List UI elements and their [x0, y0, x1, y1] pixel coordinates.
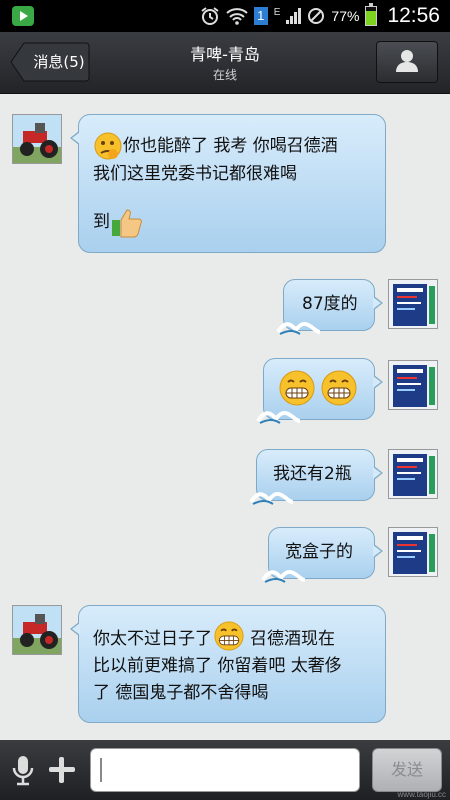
chat-header: 消息(5) 青啤-青岛 在线 — [0, 32, 450, 94]
text-caret — [100, 758, 102, 782]
poster-avatar[interactable] — [388, 360, 438, 410]
status-bar: 1 E 77% 12:56 — [0, 0, 450, 32]
page-title: 青啤-青岛 — [190, 45, 260, 64]
signal-icon — [286, 8, 302, 24]
message-emoji — [278, 369, 374, 407]
tractor-avatar[interactable] — [12, 605, 62, 655]
poster-avatar[interactable] — [388, 527, 438, 577]
wave-decoration-icon — [276, 321, 321, 335]
message-line: 你太不过日子了 召德酒现在 — [93, 621, 385, 653]
profile-button[interactable] — [376, 41, 438, 83]
poster-avatar[interactable] — [388, 449, 438, 499]
wave-decoration-icon — [256, 410, 301, 424]
microphone-button[interactable] — [10, 754, 36, 786]
message-bubble[interactable]: 宽盒子的 — [261, 527, 383, 583]
message-bubble[interactable]: 我还有2瓶 — [249, 449, 383, 505]
poster-avatar[interactable] — [388, 279, 438, 329]
watermark: www.taojiu.cc — [397, 790, 446, 799]
wave-decoration-icon — [249, 491, 294, 505]
person-icon — [396, 50, 418, 72]
tractor-avatar[interactable] — [12, 114, 62, 164]
online-status: 在线 — [212, 68, 237, 82]
thumbs-up-emoji — [112, 209, 142, 238]
message-list[interactable]: 你也能醉了 我考 你喝召德酒 我们这里党委书记都很难喝 到 87度的 我还有2瓶… — [0, 95, 450, 740]
sim-icon: 1 — [253, 7, 268, 25]
no-sim-icon — [308, 8, 325, 24]
battery-percent: 77% — [331, 8, 360, 24]
back-button[interactable]: 消息(5) — [10, 42, 90, 82]
message-bubble[interactable] — [256, 358, 383, 424]
input-bar: 发送 www.taojiu.cc — [0, 740, 450, 800]
message-input[interactable] — [90, 748, 360, 792]
battery-icon — [365, 3, 378, 26]
message-line: 我们这里党委书记都很难喝 — [93, 164, 297, 184]
message-line: 你也能醉了 我考 你喝召德酒 — [93, 131, 371, 161]
message-bubble[interactable]: 你也能醉了 我考 你喝召德酒 我们这里党委书记都很难喝 到 — [70, 114, 386, 253]
grin-emoji — [321, 370, 357, 406]
alarm-icon — [201, 7, 219, 25]
microphone-icon — [12, 756, 34, 786]
network-type: E — [273, 6, 281, 18]
message-line: 到 — [93, 206, 371, 238]
wave-decoration-icon — [261, 569, 306, 583]
message-line: 比以前更难搞了 你留着吧 太奢侈 — [93, 656, 342, 676]
send-button[interactable]: 发送 — [372, 748, 442, 792]
clock: 12:56 — [387, 4, 440, 27]
message-line — [93, 188, 371, 206]
app-play-icon — [12, 6, 34, 26]
message-bubble[interactable]: 87度的 — [276, 279, 383, 335]
wifi-icon — [226, 8, 248, 25]
back-label: 消息(5) — [33, 53, 85, 71]
message-bubble[interactable]: 你太不过日子了 召德酒现在 比以前更难搞了 你留着吧 太奢侈 了 德国鬼子都不舍得… — [70, 605, 386, 723]
message-line: 了 德国鬼子都不舍得喝 — [93, 683, 269, 703]
grin-emoji — [279, 370, 315, 406]
plus-icon[interactable] — [46, 754, 78, 786]
grin-emoji — [214, 621, 244, 651]
thinking-emoji — [94, 132, 122, 160]
